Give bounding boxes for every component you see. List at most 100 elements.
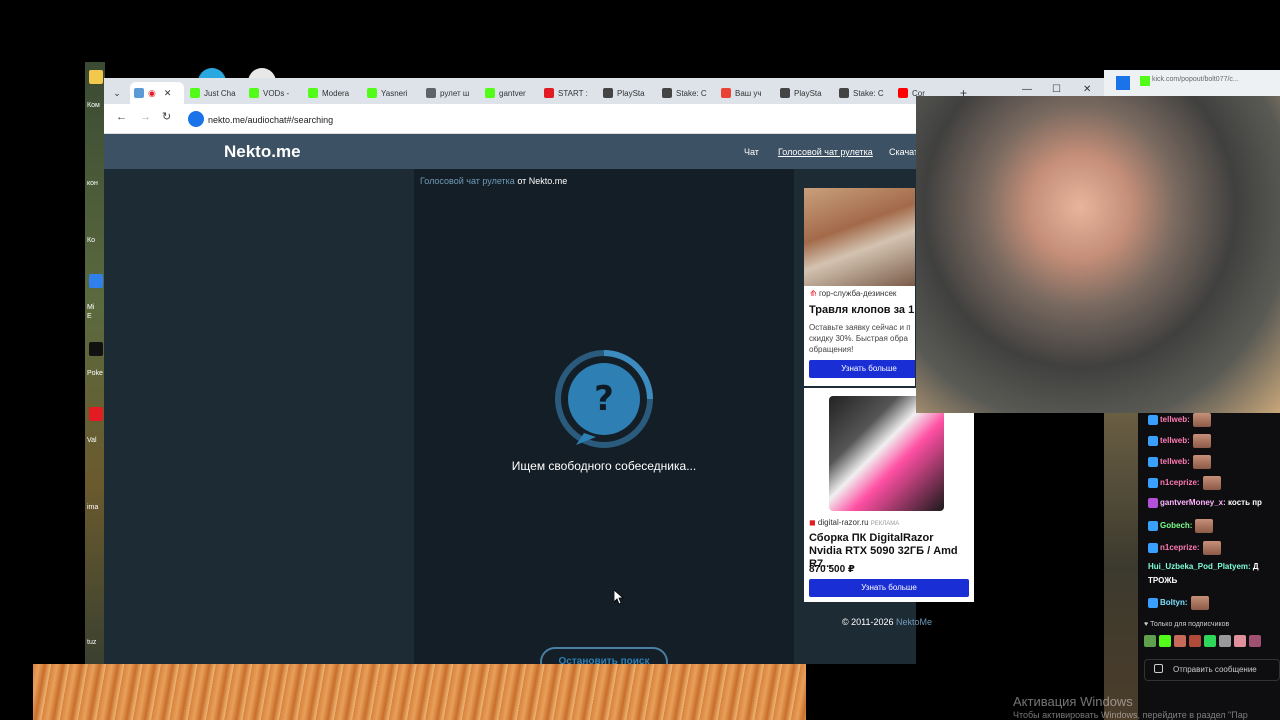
address-bar: ← → ↻ nekto.me/audiochat#/searching	[104, 104, 916, 134]
emote-icon[interactable]	[1159, 635, 1171, 647]
browser-tab[interactable]: Ваш уч	[721, 82, 775, 104]
emote-icon[interactable]	[1219, 635, 1231, 647]
desktop-label: кон	[87, 180, 98, 187]
tab-favicon-icon	[308, 88, 318, 98]
desktop-label: Val	[87, 437, 97, 444]
browser-tab[interactable]: Yasneri	[367, 82, 421, 104]
popout-url: kick.com/popout/bolt077/c...	[1152, 76, 1239, 83]
tab-label: Stake: C	[676, 88, 707, 98]
browser-tab[interactable]: START :	[544, 82, 598, 104]
nav-link-chat[interactable]: Чат	[744, 147, 759, 157]
browser-tab[interactable]: Stake: C	[662, 82, 716, 104]
stream-chat: tellweb: tellweb: tellweb: n1ceprize: gantve…	[1138, 413, 1280, 720]
question-mark: ?	[594, 379, 614, 419]
site-logo[interactable]: Nekto.me	[224, 142, 301, 162]
chat-message: tellweb:	[1148, 434, 1211, 448]
ad-title: Травля клопов за 1	[809, 304, 915, 316]
emote-icon[interactable]	[1174, 635, 1186, 647]
recording-icon: ◉	[148, 87, 156, 98]
tab-label: gantver	[499, 88, 526, 98]
browser-tab[interactable]: VODs -	[249, 82, 303, 104]
chat-username[interactable]: gantverMoney_x:	[1160, 498, 1226, 507]
browser-tab[interactable]: Just Cha	[190, 82, 244, 104]
forward-icon[interactable]: →	[140, 111, 151, 123]
user-badge-icon	[1148, 436, 1158, 446]
chat-text: кость пр	[1225, 498, 1262, 508]
emote-icon[interactable]	[1189, 635, 1201, 647]
desktop-app-icon[interactable]	[89, 407, 103, 421]
emote-picker-icon[interactable]	[1154, 664, 1163, 673]
chat-message: tellweb:	[1148, 455, 1211, 469]
tab-favicon-icon	[662, 88, 672, 98]
chat-message: ТРОЖЬ	[1148, 576, 1177, 585]
panel-title: Голосовой чат рулетка от Nekto.me	[420, 176, 567, 186]
chat-username[interactable]: tellweb:	[1160, 457, 1190, 466]
nav-link-download[interactable]: Скачат	[889, 147, 918, 157]
emote-icon[interactable]	[1144, 635, 1156, 647]
chat-message: Hui_Uzbeka_Pod_Platyem: Д	[1148, 562, 1259, 571]
ad-card-pest-control[interactable]: ⟰ гор-служба-дезинсек Травля клопов за 1…	[804, 188, 915, 386]
tab-label: PlaySta	[794, 88, 822, 98]
browser-tab[interactable]: gantver	[485, 82, 539, 104]
emote-icon[interactable]	[1234, 635, 1246, 647]
ad-brand-icon: ◼	[809, 518, 816, 527]
chat-emote-icon	[1190, 596, 1209, 610]
desktop-folder-icon[interactable]	[89, 70, 103, 84]
user-badge-icon	[1148, 457, 1158, 467]
user-badge-icon	[1148, 598, 1158, 608]
desktop-label: tuz	[87, 639, 97, 646]
ad-image	[804, 188, 915, 286]
chat-username[interactable]: n1ceprize:	[1160, 478, 1200, 487]
chat-emote-icon	[1202, 541, 1221, 555]
tab-favicon-icon	[721, 88, 731, 98]
search-panel: Голосовой чат рулетка от Nekto.me ? Ищем…	[414, 169, 794, 677]
footer-link[interactable]: NektoMe	[896, 617, 932, 627]
desktop-app-icon[interactable]	[89, 342, 103, 356]
close-tab-icon[interactable]: ✕	[164, 88, 172, 99]
searching-spinner-icon: ?	[555, 350, 653, 448]
microphone-icon[interactable]	[188, 111, 204, 127]
chat-send-input[interactable]: Отправить сообщение	[1144, 659, 1280, 681]
chat-emote-icon	[1195, 519, 1214, 533]
emote-icon[interactable]	[1204, 635, 1216, 647]
chat-username[interactable]: Boltyn:	[1160, 598, 1188, 607]
maximize-icon[interactable]: ☐	[1052, 84, 1061, 95]
browser-tab[interactable]: рулет ш	[426, 82, 480, 104]
reload-icon[interactable]: ↻	[162, 110, 171, 123]
searching-status: Ищем свободного собеседника...	[511, 459, 697, 473]
tab-list-button[interactable]: ⌄	[110, 82, 124, 104]
panel-title-link[interactable]: Голосовой чат рулетка	[420, 176, 515, 186]
minimize-icon[interactable]: —	[1022, 84, 1032, 95]
emote-icon[interactable]	[1249, 635, 1261, 647]
ad-learn-more-button[interactable]: Узнать больше	[809, 360, 915, 378]
chat-emote-icon	[1192, 434, 1211, 448]
chat-username[interactable]: tellweb:	[1160, 436, 1190, 445]
chat-username[interactable]: n1ceprize:	[1160, 543, 1200, 552]
ad-learn-more-button[interactable]: Узнать больше	[809, 579, 969, 597]
ad-tag: РЕКЛАМА	[870, 521, 900, 527]
panel-title-suffix: от Nekto.me	[514, 176, 568, 186]
browser-tab[interactable]: PlaySta	[603, 82, 657, 104]
chat-emote-icon	[1192, 413, 1211, 427]
user-badge-icon	[1148, 478, 1158, 488]
tab-favicon-icon	[426, 88, 436, 98]
chat-username[interactable]: Gobech:	[1160, 521, 1192, 530]
tab-label: VODs -	[263, 88, 290, 98]
desktop-label: Ко	[87, 237, 95, 244]
browser-tab[interactable]: Modera	[308, 82, 362, 104]
desktop-app-icon[interactable]	[89, 274, 103, 288]
tab-active[interactable]: ◉ ✕	[130, 82, 184, 104]
footer-copyright: © 2011-2026 NektoMe	[842, 617, 932, 627]
chat-username[interactable]: Hui_Uzbeka_Pod_Platyem:	[1148, 562, 1251, 571]
copyright-text: © 2011-2026	[842, 617, 897, 627]
url-field[interactable]: nekto.me/audiochat#/searching	[208, 111, 808, 129]
back-icon[interactable]: ←	[116, 111, 127, 123]
tab-favicon-icon	[603, 88, 613, 98]
browser-tab[interactable]: PlaySta	[780, 82, 834, 104]
close-window-icon[interactable]: ✕	[1083, 84, 1091, 95]
user-badge-icon	[1148, 521, 1158, 531]
chat-username[interactable]: tellweb:	[1160, 415, 1190, 424]
browser-tab[interactable]: Stake: C	[839, 82, 893, 104]
nav-link-voice-roulette[interactable]: Голосовой чат рулетка	[778, 147, 873, 157]
ad-card-pc-build[interactable]: ◼ digital-razor.ru РЕКЛАМА Сборка ПК Dig…	[804, 388, 974, 602]
